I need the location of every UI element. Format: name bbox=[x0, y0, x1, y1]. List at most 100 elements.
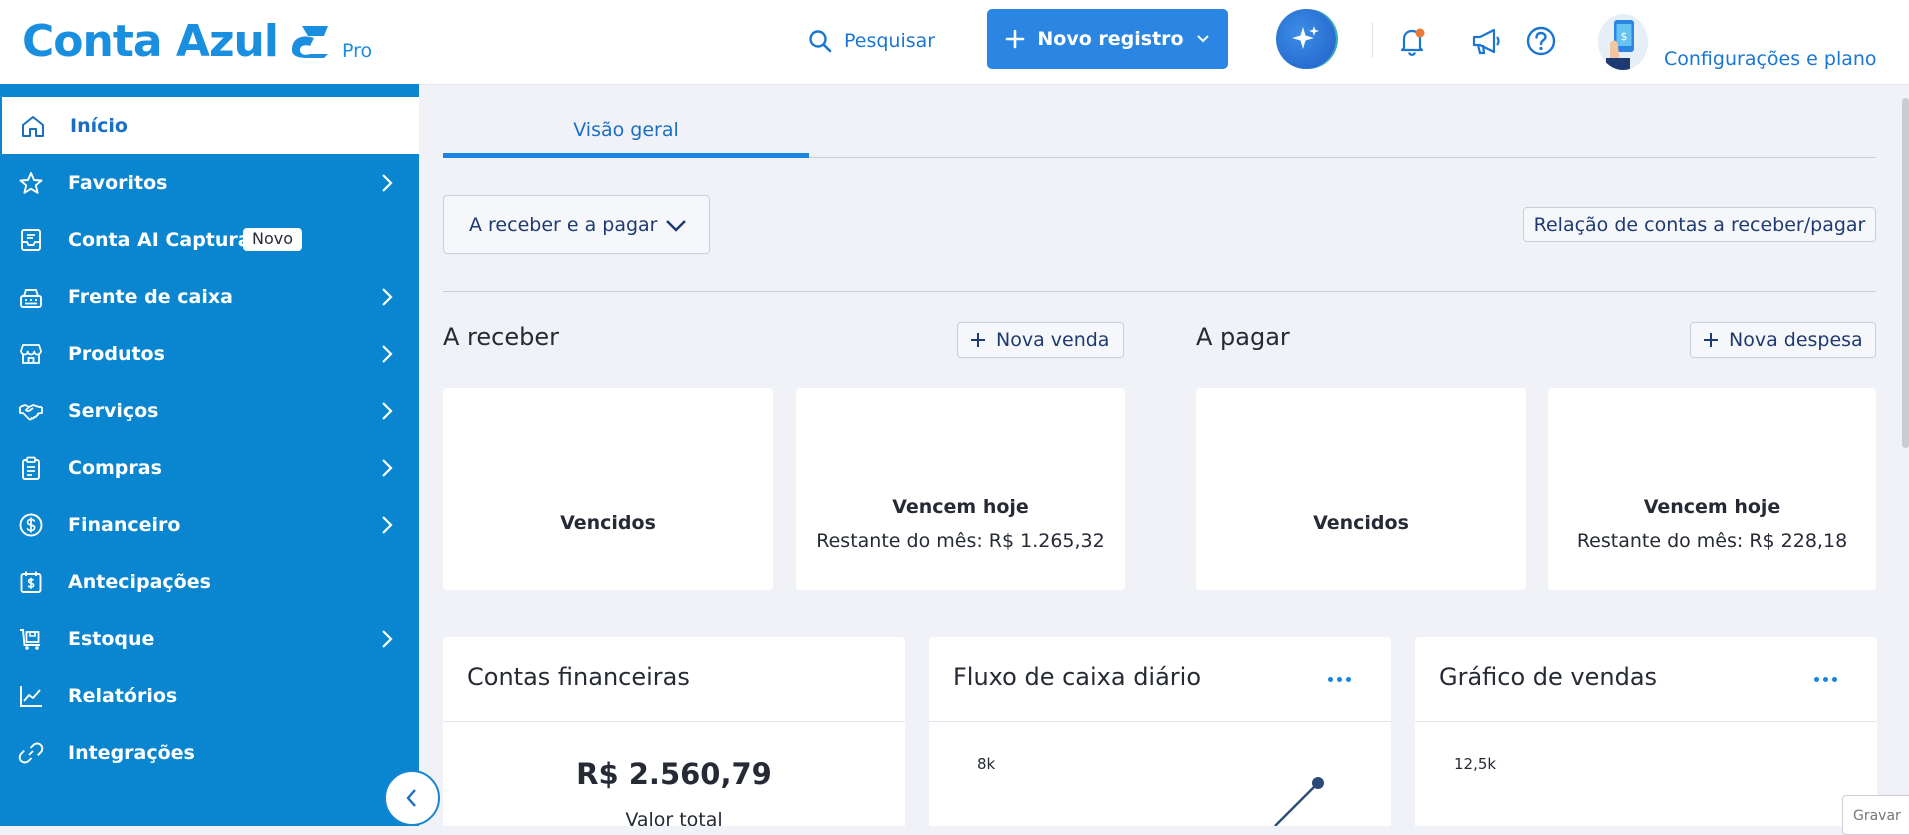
help-icon[interactable] bbox=[1524, 24, 1558, 58]
sidebar-item-label: Conta AI Captura bbox=[68, 228, 251, 251]
chevron-right-icon bbox=[382, 459, 393, 477]
total-value-label: Valor total bbox=[625, 809, 723, 826]
store-icon bbox=[20, 344, 42, 364]
panel-title: Contas financeiras bbox=[467, 663, 690, 691]
plus-icon bbox=[971, 333, 985, 347]
new-record-label: Novo registro bbox=[1037, 28, 1184, 50]
sidebar-item-label: Frente de caixa bbox=[68, 285, 233, 308]
bell-icon[interactable] bbox=[1395, 24, 1429, 58]
receivable-overdue-card[interactable]: Vencidos bbox=[443, 388, 773, 590]
plus-icon bbox=[1006, 29, 1025, 49]
filter-label: A receber e a pagar bbox=[469, 213, 658, 236]
chevron-right-icon bbox=[382, 516, 393, 534]
section-divider bbox=[443, 291, 1876, 292]
daily-cash-flow-panel: Fluxo de caixa diário 8k bbox=[929, 637, 1391, 826]
sidebar-item-favoritos[interactable]: Favoritos bbox=[0, 154, 419, 211]
search-label: Pesquisar bbox=[844, 30, 936, 52]
sidebar-item-label: Antecipações bbox=[68, 570, 211, 593]
svg-text:$: $ bbox=[1621, 30, 1628, 43]
total-value: R$ 2.560,79 bbox=[576, 757, 772, 791]
sidebar: Início Favoritos Conta AI Captura Novo F… bbox=[0, 84, 419, 826]
panel-header: Fluxo de caixa diário bbox=[929, 637, 1391, 722]
sparkles-icon bbox=[1292, 26, 1319, 49]
sidebar-item-frente-de-caixa[interactable]: Frente de caixa bbox=[0, 268, 419, 325]
sidebar-item-financeiro[interactable]: Financeiro bbox=[0, 496, 419, 553]
chevron-right-icon bbox=[382, 630, 393, 648]
y-axis-tick-label: 12,5k bbox=[1454, 755, 1497, 773]
receivable-payable-filter[interactable]: A receber e a pagar bbox=[443, 195, 710, 254]
receivable-due-today-card[interactable]: Vencem hoje Restante do mês: R$ 1.265,32 bbox=[796, 388, 1125, 590]
card-title: Vencidos bbox=[1313, 512, 1409, 534]
panel-header: Gráfico de vendas bbox=[1415, 637, 1877, 722]
cart-icon bbox=[20, 629, 40, 650]
avatar[interactable]: $ bbox=[1598, 14, 1648, 70]
active-tab-indicator bbox=[443, 153, 809, 158]
sidebar-item-produtos[interactable]: Produtos bbox=[0, 325, 419, 382]
logo-mark-icon bbox=[292, 26, 328, 58]
accounts-relation-button[interactable]: Relação de contas a receber/pagar bbox=[1523, 207, 1876, 242]
chevron-down-icon bbox=[666, 220, 686, 232]
megaphone-icon[interactable] bbox=[1469, 24, 1503, 58]
card-title: Vencem hoje bbox=[1643, 496, 1781, 518]
sidebar-item-antecipacoes[interactable]: Antecipações bbox=[0, 553, 419, 610]
sidebar-item-servicos[interactable]: Serviços bbox=[0, 382, 419, 439]
more-options-icon[interactable] bbox=[1328, 677, 1351, 682]
plan-label: Pro bbox=[342, 40, 373, 62]
sidebar-item-label: Estoque bbox=[68, 627, 155, 650]
line-chart-icon bbox=[20, 686, 42, 707]
handshake-icon bbox=[19, 404, 43, 421]
search-icon bbox=[809, 30, 832, 53]
ai-assistant-button[interactable] bbox=[1276, 9, 1336, 69]
sidebar-item-estoque[interactable]: Estoque bbox=[0, 610, 419, 667]
panel-title: Fluxo de caixa diário bbox=[953, 663, 1202, 691]
scrollbar[interactable] bbox=[1902, 98, 1909, 448]
sidebar-item-label: Financeiro bbox=[68, 513, 181, 536]
panel-title: Gráfico de vendas bbox=[1439, 663, 1658, 691]
new-sale-label: Nova venda bbox=[996, 329, 1110, 351]
tab-visao-geral[interactable]: Visão geral bbox=[443, 108, 809, 158]
link-icon bbox=[18, 742, 44, 764]
new-badge: Novo bbox=[243, 228, 303, 251]
more-options-icon[interactable] bbox=[1814, 677, 1837, 682]
card-title: Vencem hoje bbox=[892, 496, 1029, 518]
receivable-title: A receber bbox=[443, 323, 559, 351]
cash-register-icon bbox=[20, 289, 42, 308]
chevron-down-icon bbox=[1196, 35, 1209, 43]
new-record-button[interactable]: Novo registro bbox=[987, 9, 1228, 69]
calendar-dollar-icon bbox=[20, 571, 42, 593]
chevron-right-icon bbox=[382, 402, 393, 420]
panel-header: Contas financeiras bbox=[443, 637, 905, 722]
card-subtitle: Restante do mês: R$ 228,18 bbox=[1576, 530, 1848, 552]
payable-due-today-card[interactable]: Vencem hoje Restante do mês: R$ 228,18 bbox=[1548, 388, 1876, 590]
new-sale-button[interactable]: Nova venda bbox=[957, 322, 1124, 358]
settings-link[interactable]: Configurações e plano bbox=[1664, 48, 1877, 70]
chevron-right-icon bbox=[382, 174, 393, 192]
new-expense-button[interactable]: Nova despesa bbox=[1690, 322, 1876, 358]
financial-accounts-panel: Contas financeiras R$ 2.560,79 Valor tot… bbox=[443, 637, 905, 826]
sales-chart-panel: Gráfico de vendas 12,5k bbox=[1415, 637, 1877, 826]
sidebar-item-compras[interactable]: Compras bbox=[0, 439, 419, 496]
new-expense-label: Nova despesa bbox=[1729, 329, 1863, 351]
cash-flow-chart bbox=[1274, 777, 1324, 826]
clipboard-icon bbox=[22, 456, 40, 480]
record-button[interactable]: Gravar bbox=[1842, 795, 1909, 835]
inbox-icon bbox=[21, 229, 41, 251]
sidebar-item-label: Compras bbox=[68, 456, 162, 479]
sidebar-item-relatorios[interactable]: Relatórios bbox=[0, 667, 419, 724]
collapse-sidebar-button[interactable] bbox=[384, 770, 440, 826]
payable-overdue-card[interactable]: Vencidos bbox=[1196, 388, 1526, 590]
sidebar-item-label: Favoritos bbox=[68, 171, 168, 194]
search-button[interactable]: Pesquisar bbox=[808, 26, 935, 56]
app-logo[interactable]: Conta Azul bbox=[22, 18, 279, 66]
sidebar-item-inicio[interactable]: Início bbox=[2, 97, 419, 154]
dollar-circle-icon bbox=[19, 513, 43, 537]
sidebar-item-conta-ai-captura[interactable]: Conta AI Captura Novo bbox=[0, 211, 419, 268]
header-divider bbox=[1372, 22, 1373, 58]
plus-icon bbox=[1704, 333, 1718, 347]
sidebar-item-label: Relatórios bbox=[68, 684, 178, 707]
sidebar-item-integracoes[interactable]: Integrações bbox=[0, 724, 419, 781]
chevron-right-icon bbox=[382, 345, 393, 363]
payable-title: A pagar bbox=[1196, 323, 1290, 351]
home-icon bbox=[22, 116, 44, 137]
sidebar-item-label: Integrações bbox=[68, 741, 195, 764]
